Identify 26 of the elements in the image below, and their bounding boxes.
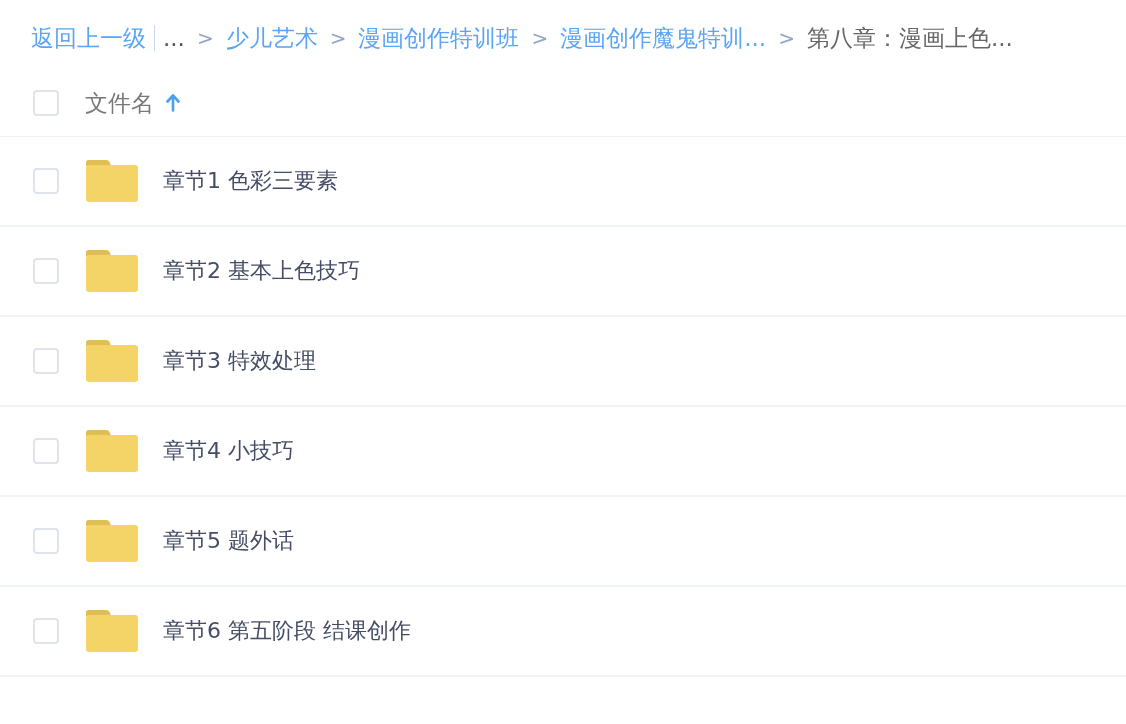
breadcrumb-separator: > (531, 26, 549, 50)
checkbox[interactable] (33, 258, 59, 284)
checkbox[interactable] (33, 438, 59, 464)
checkbox[interactable] (33, 348, 59, 374)
folder-name[interactable]: 章节3 特效处理 (163, 346, 316, 376)
breadcrumb-separator: > (778, 26, 795, 50)
folder-name[interactable]: 章节6 第五阶段 结课创作 (163, 616, 411, 646)
folder-name[interactable]: 章节2 基本上色技巧 (163, 256, 360, 286)
folder-icon (86, 250, 138, 292)
folder-icon (86, 160, 138, 202)
folder-icon (86, 430, 138, 472)
breadcrumb-current: 第八章：漫画上色... (806, 23, 1013, 53)
breadcrumb-ellipsis[interactable]: ... (163, 25, 185, 51)
folder-name[interactable]: 章节5 题外话 (163, 526, 294, 556)
checkbox[interactable] (33, 168, 59, 194)
checkbox[interactable] (33, 618, 59, 644)
folder-name[interactable]: 章节4 小技巧 (163, 436, 294, 466)
checkbox[interactable] (33, 90, 59, 116)
folder-icon (86, 340, 138, 382)
folder-icon (86, 520, 138, 562)
folder-icon (86, 610, 138, 652)
breadcrumb-separator: > (329, 26, 347, 50)
folder-name[interactable]: 章节1 色彩三要素 (163, 166, 338, 196)
column-header[interactable]: 文件名 (85, 87, 154, 119)
checkbox[interactable] (33, 528, 59, 554)
breadcrumb-separator: > (196, 26, 214, 50)
